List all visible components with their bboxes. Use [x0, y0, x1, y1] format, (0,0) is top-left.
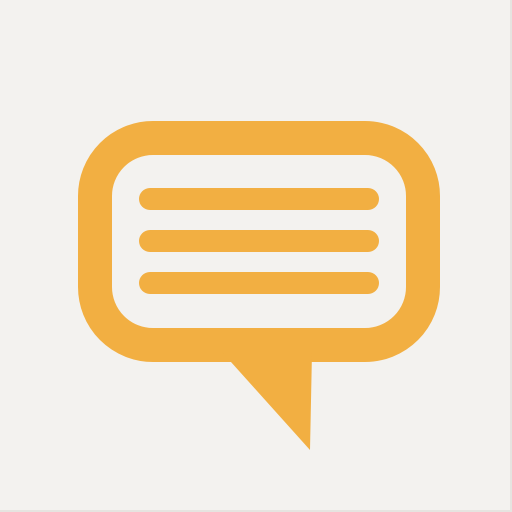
chat-bubble-icon [78, 121, 440, 450]
icon-canvas [0, 0, 512, 512]
bubble-tail [222, 352, 312, 450]
